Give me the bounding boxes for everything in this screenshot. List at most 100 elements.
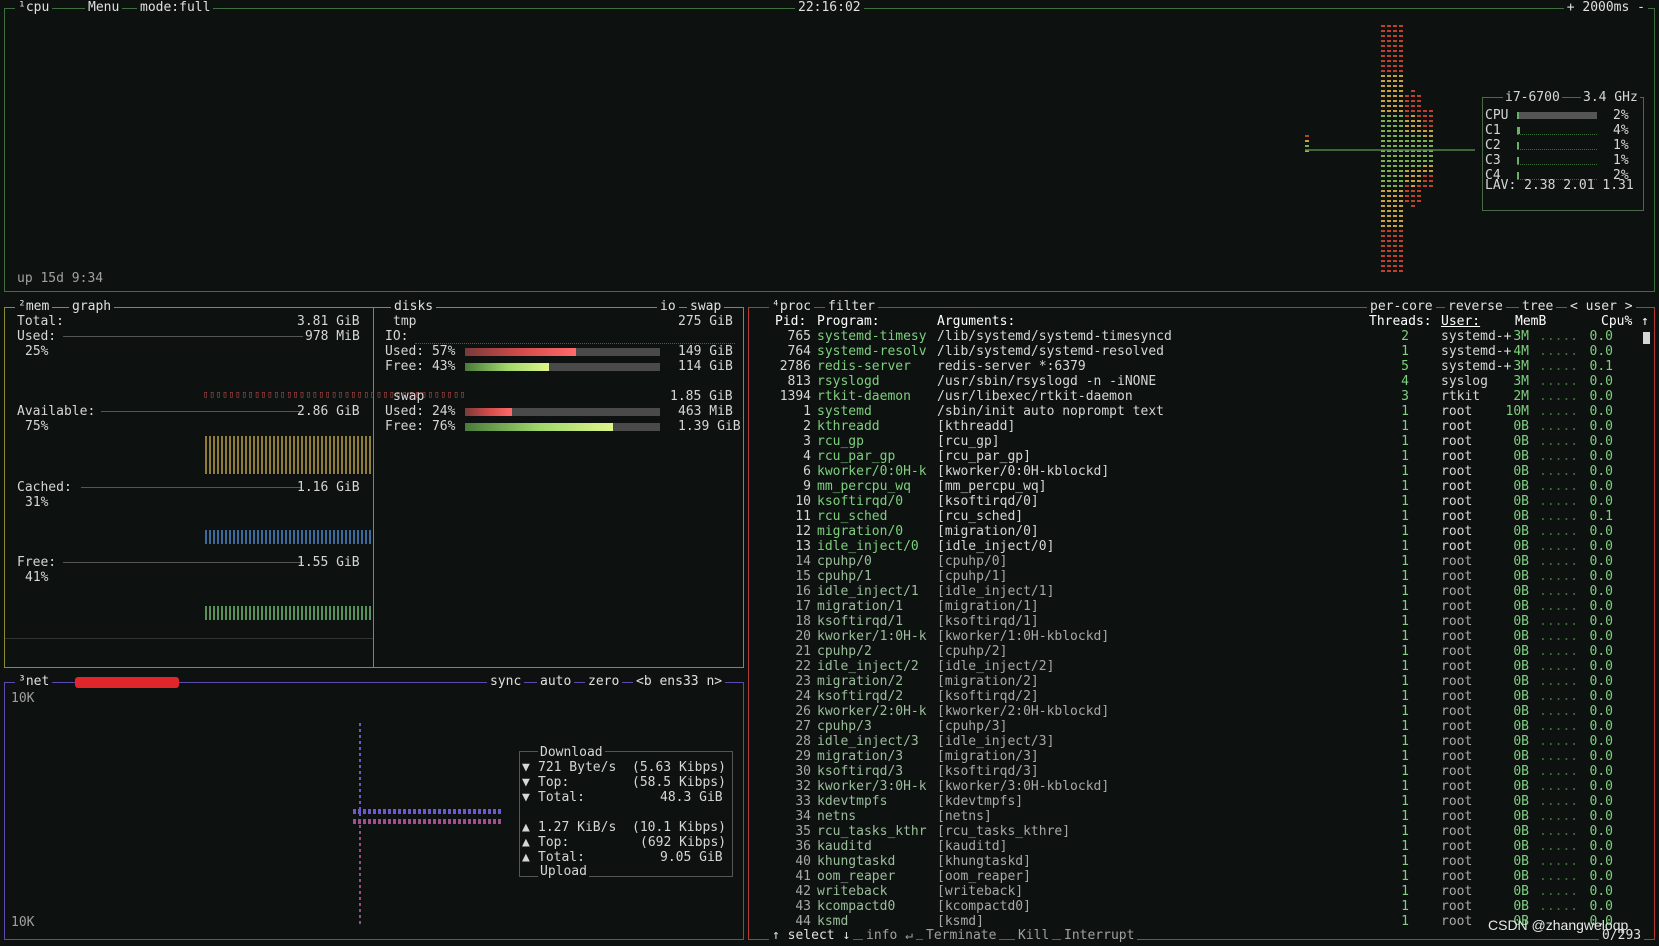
cpu-graph-mark bbox=[1399, 60, 1403, 62]
process-row[interactable]: 1394 rtkit-daemon/usr/libexec/rtkit-daemo… bbox=[749, 389, 1639, 404]
cpu-graph-mark bbox=[1393, 235, 1397, 237]
process-row[interactable]: 30 ksoftirqd/3 [ksoftirqd/3] 1 root 0B 0.0....… bbox=[749, 764, 1639, 779]
process-row[interactable]: 42 writeback [writeback] 1 root 0B 0.0..... bbox=[749, 884, 1639, 899]
mode-toggle[interactable]: mode:full bbox=[137, 0, 214, 16]
process-row[interactable]: 23 migration/2 [migration/2] 1 root 0B 0.0....… bbox=[749, 674, 1639, 689]
auto-toggle[interactable]: auto bbox=[537, 674, 575, 690]
threads-cell: 1 bbox=[1401, 854, 1409, 869]
cpu-graph-mark bbox=[1387, 125, 1391, 127]
process-row[interactable]: 3 rcu_gp [rcu_gp] 1 root 0B 0.0..... bbox=[749, 434, 1639, 449]
process-row[interactable]: 17 migration/1 [migration/1] 1 root 0B 0.0....… bbox=[749, 599, 1639, 614]
process-row[interactable]: 14 cpuhp/0 [cpuhp/0] 1 root 0B 0.0..... bbox=[749, 554, 1639, 569]
tree-toggle[interactable]: tree bbox=[1519, 299, 1557, 315]
process-row[interactable]: 36 kauditd [kauditd] 1 root 0B 0.0..... bbox=[749, 839, 1639, 854]
process-row[interactable]: 24 ksoftirqd/2 [ksoftirqd/2] 1 root 0B 0.0....… bbox=[749, 689, 1639, 704]
process-row[interactable]: 764 systemd-resolv/lib/systemd/systemd-re… bbox=[749, 344, 1639, 359]
per-core-toggle[interactable]: per-core bbox=[1367, 299, 1436, 315]
cpu-graph-mark bbox=[1393, 45, 1397, 47]
col-arguments[interactable]: Arguments: bbox=[937, 314, 1015, 329]
process-row[interactable]: 16 idle_inject/1 [idle_inject/1] 1 root 0B 0.0… bbox=[749, 584, 1639, 599]
process-row[interactable]: 40 khungtaskd [khungtaskd] 1 root 0B 0.0..... bbox=[749, 854, 1639, 869]
bar-fill bbox=[465, 363, 549, 371]
process-row[interactable]: 33 kdevtmpfs [kdevtmpfs] 1 root 0B 0.0..... bbox=[749, 794, 1639, 809]
swap-toggle[interactable]: swap bbox=[687, 299, 725, 315]
process-row[interactable]: 9 mm_percpu_wq [mm_percpu_wq] 1 root 0B 0.0...… bbox=[749, 479, 1639, 494]
cpu-graph-mark bbox=[1399, 100, 1403, 102]
process-row[interactable]: 12 migration/0 [migration/0] 1 root 0B 0.0....… bbox=[749, 524, 1639, 539]
col-user[interactable]: User: bbox=[1441, 314, 1480, 329]
select-hint[interactable]: ↑ select ↓ bbox=[769, 928, 854, 944]
cpu-graph-mark bbox=[1387, 130, 1391, 132]
sync-toggle[interactable]: sync bbox=[487, 674, 525, 690]
process-row[interactable]: 13 idle_inject/0 [idle_inject/0] 1 root 0B 0.0… bbox=[749, 539, 1639, 554]
mem-cell: 0B bbox=[1513, 419, 1529, 434]
program-cell: kdevtmpfs bbox=[817, 794, 888, 809]
threads-cell: 1 bbox=[1401, 839, 1409, 854]
process-row[interactable]: 813 rsyslogd/usr/sbin/rsyslogd -n -iNONE 4… bbox=[749, 374, 1639, 389]
io-toggle[interactable]: io bbox=[657, 299, 679, 315]
process-row[interactable]: 29 migration/3 [migration/3] 1 root 0B 0.0....… bbox=[749, 749, 1639, 764]
process-row[interactable]: 4 rcu_par_gp [rcu_par_gp] 1 root 0B 0.0..... bbox=[749, 449, 1639, 464]
process-row[interactable]: 28 idle_inject/3 [idle_inject/3] 1 root 0B 0.0… bbox=[749, 734, 1639, 749]
proc-tab[interactable]: ⁴proc bbox=[769, 299, 815, 315]
process-row[interactable]: 6 kworker/0:0H-k [kworker/0:0H-kblockd] 1 ro… bbox=[749, 464, 1639, 479]
mem-tab[interactable]: ²mem bbox=[15, 299, 53, 315]
col-threads[interactable]: Threads: bbox=[1369, 314, 1432, 329]
process-row[interactable]: 10 ksoftirqd/0 [ksoftirqd/0] 1 root 0B 0.0....… bbox=[749, 494, 1639, 509]
threads-cell: 1 bbox=[1401, 524, 1409, 539]
process-row[interactable]: 35 rcu_tasks_kthr [rcu_tasks_kthre] 1 root 0B… bbox=[749, 824, 1639, 839]
user-cell: root bbox=[1441, 404, 1473, 419]
cpu-graph-mark bbox=[1423, 170, 1427, 172]
process-row[interactable]: 765 systemd-timesy/lib/systemd/systemd-ti… bbox=[749, 329, 1639, 344]
col-pid[interactable]: Pid: bbox=[775, 314, 806, 329]
zero-toggle[interactable]: zero bbox=[585, 674, 623, 690]
cpu-graph-mark bbox=[1381, 260, 1385, 262]
process-row[interactable]: 26 kworker/2:0H-k [kworker/2:0H-kblockd] 1 r… bbox=[749, 704, 1639, 719]
net-graph-mark bbox=[383, 819, 386, 824]
col-mem[interactable]: MemB bbox=[1515, 314, 1546, 329]
arguments-cell: [migration/0] bbox=[937, 524, 1039, 539]
process-row[interactable]: 21 cpuhp/2 [cpuhp/2] 1 root 0B 0.0..... bbox=[749, 644, 1639, 659]
cpu-tab[interactable]: ¹cpu bbox=[15, 0, 53, 16]
col-cpu[interactable]: Cpu% bbox=[1601, 314, 1632, 329]
info-button[interactable]: info ↵ bbox=[863, 928, 916, 944]
menu-button[interactable]: Menu bbox=[85, 0, 123, 16]
sort-selector[interactable]: < user > bbox=[1567, 299, 1636, 315]
interrupt-button[interactable]: Interrupt bbox=[1061, 928, 1138, 944]
process-row[interactable]: 27 cpuhp/3 [cpuhp/3] 1 root 0B 0.0..... bbox=[749, 719, 1639, 734]
process-row[interactable]: 32 kworker/3:0H-k [kworker/3:0H-kblockd] 1 r… bbox=[749, 779, 1639, 794]
disks-tab[interactable]: disks bbox=[391, 299, 437, 315]
pid-cell: 26 bbox=[795, 704, 811, 719]
kill-button[interactable]: Kill bbox=[1015, 928, 1053, 944]
process-row[interactable]: 15 cpuhp/1 [cpuhp/1] 1 root 0B 0.0..... bbox=[749, 569, 1639, 584]
process-row[interactable]: 18 ksoftirqd/1 [ksoftirqd/1] 1 root 0B 0.0....… bbox=[749, 614, 1639, 629]
arguments-cell: [kworker/3:0H-kblockd] bbox=[937, 779, 1110, 794]
pid-cell: 813 bbox=[787, 374, 811, 389]
net-graph-mark bbox=[359, 831, 361, 834]
proc-tab-label: proc bbox=[779, 299, 812, 314]
process-row[interactable]: 1 systemd/sbin/init auto noprompt text 1 ro… bbox=[749, 404, 1639, 419]
col-program[interactable]: Program: bbox=[817, 314, 880, 329]
process-row[interactable]: 34 netns [netns] 1 root 0B 0.0..... bbox=[749, 809, 1639, 824]
interface-selector[interactable]: <b ens33 n> bbox=[633, 674, 726, 690]
process-row[interactable]: 22 idle_inject/2 [idle_inject/2] 1 root 0B 0.0… bbox=[749, 659, 1639, 674]
reverse-toggle[interactable]: reverse bbox=[1445, 299, 1506, 315]
update-interval[interactable]: + 2000ms - bbox=[1563, 0, 1648, 16]
terminate-button[interactable]: Terminate bbox=[923, 928, 1000, 944]
process-row[interactable]: 41 oom_reaper [oom_reaper] 1 root 0B 0.0..... bbox=[749, 869, 1639, 884]
process-row[interactable]: 11 rcu_sched [rcu_sched] 1 root 0B 0.1..... bbox=[749, 509, 1639, 524]
process-row[interactable]: 2786 redis-server redis-server *:6379 5 syst… bbox=[749, 359, 1639, 374]
process-row[interactable]: 2 kthreadd [kthreadd] 1 root 0B 0.0..... bbox=[749, 419, 1639, 434]
process-row[interactable]: 20 kworker/1:0H-k [kworker/1:0H-kblockd] 1 r… bbox=[749, 629, 1639, 644]
disk-swap-used-label: Used: 24% bbox=[385, 404, 456, 419]
cpu-mini-graph: ..... bbox=[1539, 329, 1579, 344]
cpu-mini-graph: ..... bbox=[1539, 689, 1579, 704]
cpu-mini-graph: ..... bbox=[1539, 494, 1579, 509]
scrollbar-thumb[interactable] bbox=[1643, 332, 1650, 344]
graph-toggle[interactable]: graph bbox=[69, 299, 115, 315]
net-tab[interactable]: ³net bbox=[15, 674, 53, 690]
filter-button[interactable]: filter bbox=[825, 299, 878, 315]
cpu-graph-mark bbox=[1411, 115, 1415, 117]
cpu-graph-mark bbox=[1405, 180, 1409, 182]
process-row[interactable]: 43 kcompactd0 [kcompactd0] 1 root 0B 0.0..... bbox=[749, 899, 1639, 914]
